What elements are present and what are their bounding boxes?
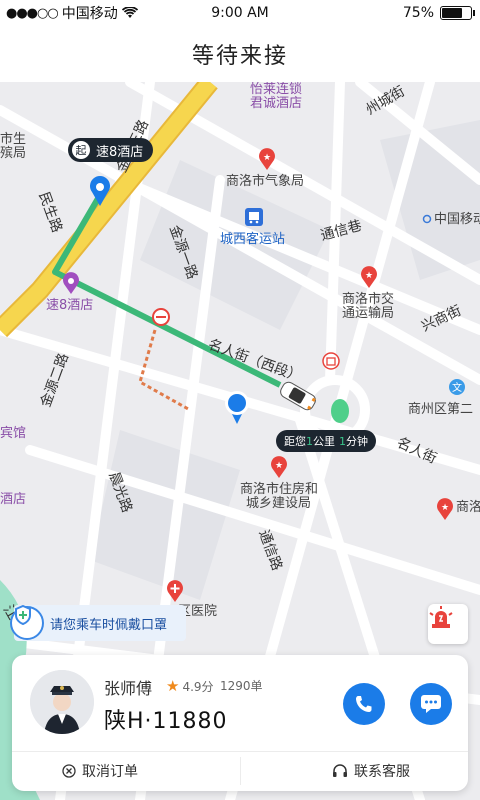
traffic-light-icon (331, 399, 349, 423)
svg-text:★: ★ (441, 503, 449, 513)
map-label: 商洛市气象局 (226, 174, 305, 189)
map-label: 君诚酒店 (250, 96, 303, 111)
alarm-button[interactable] (428, 604, 468, 644)
no-entry-icon (152, 308, 170, 326)
status-right: 75% (402, 5, 475, 21)
hotel-pin-icon (63, 272, 79, 294)
eta-prefix: 距您 (284, 435, 306, 448)
page-title: 等待来接 (191, 44, 288, 69)
message-driver-button[interactable] (410, 683, 452, 725)
map-label: 宾馆 (0, 426, 27, 441)
bus-station-icon (245, 208, 263, 226)
eta-distance: 1 (306, 434, 313, 448)
driver-card: 张师傅 ★ 4.9分 1290单 陕H·11880 取消订单 联系客服 (12, 655, 468, 791)
map-label: 速8酒店 (46, 298, 94, 313)
star-icon: ★ (166, 677, 180, 695)
poi-marker-icon: ★ (259, 148, 275, 170)
poi-marker-icon: ★ (271, 456, 287, 478)
driver-avatar (30, 670, 94, 734)
user-location-icon[interactable] (224, 390, 250, 424)
bank-icon (322, 352, 340, 370)
cancel-order-button[interactable]: 取消订单 (62, 755, 138, 787)
contact-service-button[interactable]: 联系客服 (332, 755, 410, 787)
driver-rating: ★ 4.9分 (166, 677, 214, 695)
shield-icon (10, 605, 44, 640)
contact-service-label: 联系客服 (354, 764, 410, 780)
poi-marker-icon: ★ (361, 266, 377, 288)
call-driver-button[interactable] (343, 683, 385, 725)
start-pin-icon (90, 176, 110, 206)
hospital-icon (167, 580, 183, 602)
start-badge: 起 (72, 141, 90, 159)
mobile-store-icon (422, 214, 432, 224)
svg-text:★: ★ (365, 271, 373, 281)
license-plate: 陕H·11880 (104, 709, 228, 734)
close-circle-icon (62, 764, 76, 778)
start-location-label: 速8酒店 (96, 144, 144, 160)
map-label: 商洛 (456, 500, 480, 515)
svg-text:★: ★ (263, 153, 271, 163)
eta-time-unit: 分钟 (346, 435, 368, 448)
map-label: 商州区第二 (408, 402, 474, 417)
poi-marker-icon: ★ (437, 498, 453, 520)
eta-time: 1 (339, 434, 346, 448)
phone-icon (356, 696, 372, 712)
svg-text:文: 文 (452, 381, 462, 394)
battery-percent: 75% (402, 5, 434, 21)
chat-icon (421, 695, 441, 713)
school-icon: 文 (449, 379, 465, 395)
car-icon (280, 381, 316, 411)
map-label: 城西客运站 (220, 232, 286, 247)
rating-value: 4.9分 (182, 679, 214, 694)
battery-icon (440, 6, 475, 20)
card-divider (12, 751, 468, 752)
start-location-tag: 起 速8酒店 (68, 138, 154, 162)
card-vertical-divider (240, 757, 241, 785)
map-label: 酒店 (0, 492, 27, 507)
map-label: 通运输局 (342, 306, 395, 321)
nav-bar: 等待来接 (0, 26, 480, 82)
driver-name: 张师傅 (104, 679, 153, 698)
mask-reminder-banner[interactable]: 请您乘车时佩戴口罩 (10, 605, 186, 641)
status-bar: ●●●○○ 中国移动 9:00 AM 75% (0, 0, 480, 26)
headset-icon (333, 764, 347, 777)
siren-icon (429, 606, 453, 628)
map-label: 中国移动 (434, 212, 480, 227)
cancel-order-label: 取消订单 (82, 764, 138, 780)
order-count: 1290单 (220, 679, 263, 693)
svg-text:★: ★ (275, 461, 283, 471)
eta-tag: 距您 1 公里 1 分钟 (276, 430, 376, 452)
mask-reminder-text: 请您乘车时佩戴口罩 (50, 617, 168, 633)
map-label: 殡局 (0, 146, 27, 161)
eta-distance-unit: 公里 (313, 435, 335, 448)
battery-fill (442, 8, 463, 18)
map-label: 城乡建设局 (246, 496, 312, 511)
